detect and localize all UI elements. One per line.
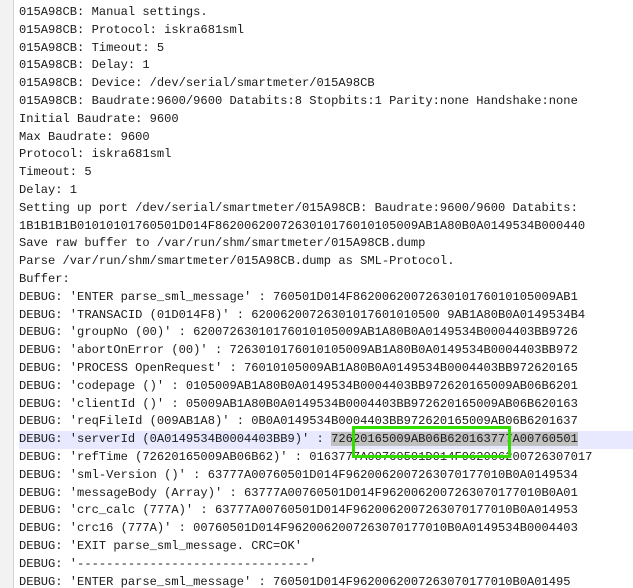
log-line: DEBUG: '--------------------------------…	[19, 556, 317, 571]
log-line: Timeout: 5	[19, 165, 92, 180]
log-line: DEBUG: 'EXIT parse_sml_message. CRC=OK'	[19, 538, 303, 553]
log-line: DEBUG: 'codepage ()' : 0105009AB1A80B0A0…	[19, 378, 578, 393]
log-line: DEBUG: 'groupNo (00)' : 6200726301017601…	[19, 325, 578, 340]
log-line: DEBUG: 'clientId ()' : 05009AB1A80B0A014…	[19, 396, 578, 411]
editor-gutter	[0, 0, 14, 588]
text-editor[interactable]: 015A98CB: Manual settings. 015A98CB: Pro…	[0, 0, 633, 588]
log-line: DEBUG: 'TRANSACID (01D014F8)' : 62006200…	[19, 307, 586, 322]
current-line[interactable]: DEBUG: 'serverId (0A0149534B0004403BB9)'…	[19, 431, 633, 449]
log-line: DEBUG: 'sml-Version ()' : 63777A00760501…	[19, 467, 578, 482]
log-line: Max Baudrate: 9600	[19, 129, 150, 144]
current-line-prefix: DEBUG: 'serverId (0A0149534B0004403BB9)'…	[19, 432, 332, 447]
log-line: DEBUG: 'refTime (72620165009AB06B62)' : …	[19, 449, 593, 464]
log-line: 015A98CB: Timeout: 5	[19, 40, 165, 55]
log-line: 015A98CB: Delay: 1	[19, 58, 150, 73]
log-line: Setting up port /dev/serial/smartmeter/0…	[19, 200, 578, 215]
log-lines: 015A98CB: Manual settings. 015A98CB: Pro…	[19, 4, 633, 588]
log-line: Delay: 1	[19, 182, 78, 197]
selected-text[interactable]: 72620165009AB06B62	[331, 432, 462, 447]
log-line: Parse /var/run/shm/smartmeter/015A98CB.d…	[19, 254, 455, 269]
log-line: DEBUG: 'PROCESS OpenRequest' : 760101050…	[19, 360, 578, 375]
log-line: 015A98CB: Manual settings.	[19, 5, 208, 19]
log-line: DEBUG: 'ENTER parse_sml_message' : 76050…	[19, 574, 571, 588]
log-line: DEBUG: 'messageBody (Array)' : 63777A007…	[19, 485, 578, 500]
log-line: DEBUG: 'abortOnError (00)' : 72630101760…	[19, 343, 578, 358]
log-line: DEBUG: 'reqFileId (009AB1A8)' : 0B0A0149…	[19, 414, 578, 429]
log-line: 015A98CB: Baudrate:9600/9600 Databits:8 …	[19, 93, 578, 108]
log-line: 015A98CB: Device: /dev/serial/smartmeter…	[19, 76, 375, 91]
log-line: Protocol: iskra681sml	[19, 147, 172, 162]
log-line: 015A98CB: Protocol: iskra681sml	[19, 22, 244, 37]
log-line: DEBUG: 'crc16 (777A)' : 00760501D014F962…	[19, 521, 578, 536]
log-line: DEBUG: 'crc_calc (777A)' : 63777A0076050…	[19, 503, 578, 518]
log-line: Initial Baudrate: 9600	[19, 111, 179, 126]
log-line: Buffer:	[19, 271, 70, 286]
current-line-suffix: 0163777A00760501	[461, 432, 578, 447]
log-line: DEBUG: 'ENTER parse_sml_message' : 76050…	[19, 289, 578, 304]
log-line: Save raw buffer to /var/run/shm/smartmet…	[19, 236, 426, 251]
log-line: 1B1B1B1B01010101760501D014F8620062007263…	[19, 218, 586, 233]
